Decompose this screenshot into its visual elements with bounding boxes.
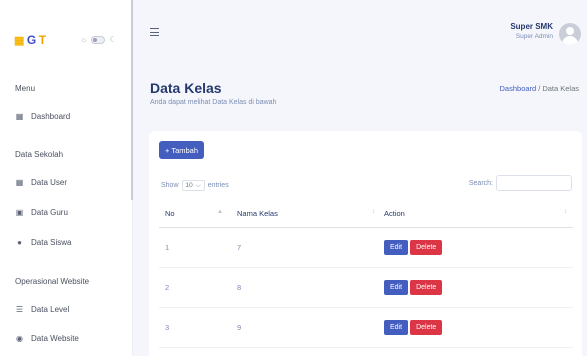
sidebar-item-label: Data User — [31, 178, 68, 187]
sidebar-item-label: Data Siswa — [31, 238, 72, 247]
cell-nama-kelas: 7 — [223, 227, 378, 268]
cell-action: Edit Delete — [378, 227, 573, 268]
header-label: Action — [384, 209, 405, 219]
sidebar-item-data-level[interactable]: ☰ Data Level — [15, 305, 69, 314]
header-label: Nama Kelas — [237, 209, 278, 219]
data-table: No ▲ Nama Kelas ↕ Action ↕ 1 7 Edit Delete 2… — [159, 201, 573, 348]
delete-button[interactable]: Delete — [410, 239, 443, 255]
toggle-switch[interactable] — [91, 35, 106, 44]
table-row: 1 7 Edit Delete — [159, 227, 573, 268]
edit-button[interactable]: Edit — [384, 239, 409, 255]
breadcrumb-current: Data Kelas — [542, 84, 579, 93]
header-label: No — [165, 209, 175, 219]
entries-value: 10 — [185, 182, 193, 189]
theme-toggle[interactable]: ☼ ☾ — [80, 35, 117, 44]
search-wrap: Search: — [469, 175, 572, 191]
avatar[interactable] — [559, 23, 581, 45]
sidebar-section-data-sekolah: Data Sekolah — [15, 150, 64, 159]
breadcrumb: Dashboard / Data Kelas — [500, 84, 579, 93]
cell-nama-kelas: 8 — [223, 267, 378, 308]
moon-icon: ☾ — [109, 35, 117, 44]
sidebar-item-data-website[interactable]: ◉ Data Website — [15, 334, 79, 343]
chevron-down-icon: ⌵ — [195, 181, 201, 189]
table-header-row: No ▲ Nama Kelas ↕ Action ↕ — [159, 201, 573, 228]
sort-icon: ▲ — [217, 209, 223, 216]
breadcrumb-home-link[interactable]: Dashboard — [500, 84, 537, 93]
sidebar-section-operasional: Operasional Website — [15, 277, 90, 286]
page-title: Data Kelas — [150, 80, 222, 96]
table-row: 2 8 Edit Delete — [159, 267, 573, 308]
search-label: Search: — [468, 179, 493, 187]
chalkboard-icon: ▣ — [15, 208, 24, 217]
cell-no: 3 — [159, 307, 223, 348]
sidebar-item-label: Data Website — [31, 334, 79, 343]
sidebar-item-label: Data Level — [31, 305, 70, 314]
data-card: + Tambah Show 10 ⌵ entries Search: No ▲ N… — [149, 131, 582, 356]
page-subtitle: Anda dapat melihat Data Kelas di bawah — [150, 99, 277, 106]
logo-letter-t: T — [38, 33, 47, 47]
show-label: Show — [161, 182, 179, 189]
column-header-no[interactable]: No — [159, 201, 223, 228]
show-entries: Show 10 ⌵ entries — [161, 180, 229, 191]
cell-no: 2 — [159, 267, 223, 308]
globe-icon: ◉ — [16, 334, 23, 343]
add-button[interactable]: + Tambah — [159, 141, 205, 159]
sidebar-item-label: Data Guru — [31, 208, 68, 217]
sidebar: ▦ G T ☼ ☾ Menu ▦ Dashboard Data Sekolah … — [0, 0, 133, 356]
cell-nama-kelas: 9 — [223, 307, 378, 348]
entries-select[interactable]: 10 ⌵ — [181, 180, 205, 191]
user-role: Super Admin — [515, 33, 553, 40]
sidebar-item-dashboard[interactable]: ▦ Dashboard — [15, 112, 70, 121]
column-header-action[interactable]: ↕ Action ↕ — [372, 201, 573, 228]
delete-button[interactable]: Delete — [410, 319, 443, 335]
sidebar-item-data-siswa[interactable]: ● Data Siswa — [15, 238, 71, 247]
table-row: 3 9 Edit Delete — [159, 307, 573, 348]
sort-icon: ↕ — [564, 209, 567, 216]
sort-icon: ↕ — [372, 209, 375, 216]
sidebar-section-menu: Menu — [15, 84, 36, 93]
sidebar-scrollbar[interactable] — [131, 0, 133, 200]
layers-icon: ☰ — [15, 305, 24, 314]
delete-button[interactable]: Delete — [410, 279, 443, 295]
edit-button[interactable]: Edit — [384, 279, 409, 295]
breadcrumb-separator: / — [538, 84, 541, 93]
column-header-nama-kelas[interactable]: ▲ Nama Kelas — [217, 201, 378, 228]
sidebar-item-data-guru[interactable]: ▣ Data Guru — [15, 208, 68, 217]
cell-no: 1 — [159, 227, 223, 268]
entries-label: entries — [207, 182, 229, 189]
sidebar-item-data-user[interactable]: ▦ Data User — [15, 178, 67, 187]
logo-letter-g: G — [26, 33, 37, 47]
sun-icon: ☼ — [80, 35, 88, 44]
people-icon: ● — [17, 238, 22, 247]
cell-action: Edit Delete — [378, 307, 573, 348]
edit-button[interactable]: Edit — [384, 319, 409, 335]
hamburger-menu-icon[interactable] — [150, 28, 159, 36]
user-name[interactable]: Super SMK — [510, 22, 553, 31]
cell-action: Edit Delete — [378, 267, 573, 308]
search-input[interactable] — [496, 175, 572, 191]
grid-icon: ▦ — [15, 112, 24, 121]
sidebar-item-label: Dashboard — [31, 112, 71, 121]
topbar: Super SMK Super Admin — [134, 0, 587, 66]
brand-logo[interactable]: ▦ G T — [14, 33, 47, 47]
school-icon: ▦ — [14, 34, 25, 47]
table-icon: ▦ — [15, 178, 24, 187]
